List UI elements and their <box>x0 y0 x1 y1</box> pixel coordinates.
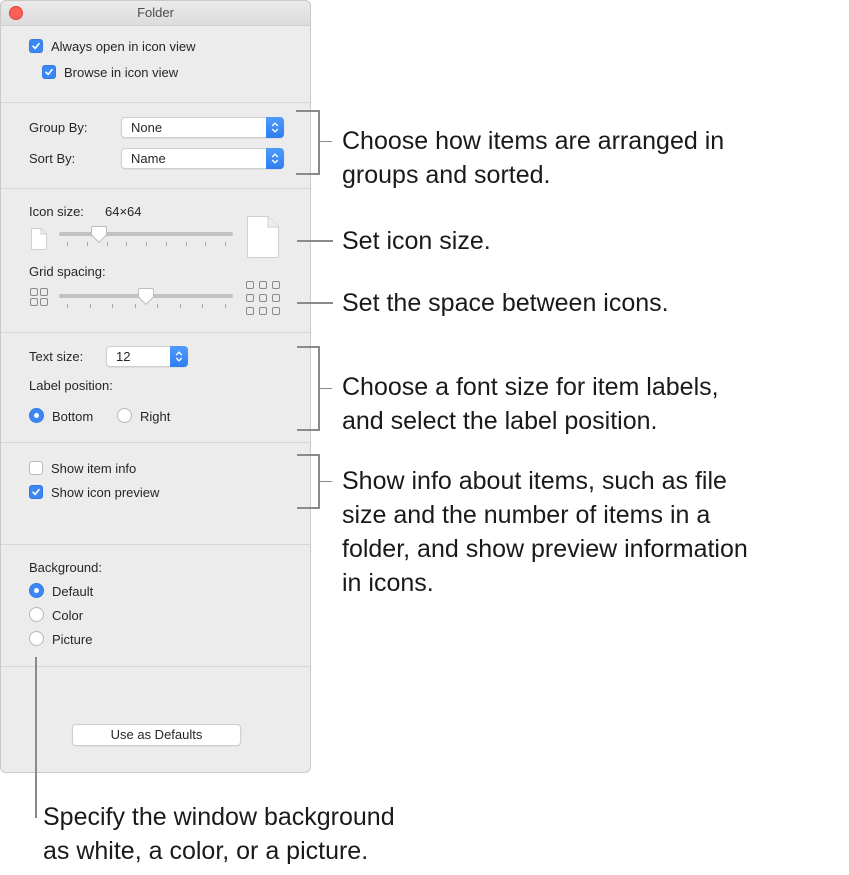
label-position-right-label[interactable]: Right <box>140 409 170 424</box>
callout-line-grid-spacing <box>297 302 333 304</box>
label-position-bottom-radio[interactable] <box>29 408 44 423</box>
show-icon-preview-label[interactable]: Show icon preview <box>51 485 159 500</box>
show-icon-preview-checkbox[interactable] <box>29 485 43 499</box>
background-picture-label[interactable]: Picture <box>52 632 92 647</box>
slider-tick <box>225 304 226 308</box>
browse-icon-view-checkbox[interactable] <box>42 65 56 79</box>
checkmark-icon <box>32 488 40 496</box>
callout-line-text: Choose how items are arranged in <box>342 127 725 155</box>
info-section: Show item info Show icon preview <box>1 442 310 545</box>
background-default-radio[interactable] <box>29 583 44 598</box>
background-picture-radio[interactable] <box>29 631 44 646</box>
background-label: Background: <box>29 560 102 575</box>
callout-grid-spacing: Set the space between icons. <box>342 286 669 320</box>
slider-tick <box>112 304 114 308</box>
text-size-popup[interactable]: 12 <box>106 346 188 367</box>
icon-size-slider[interactable] <box>59 226 233 252</box>
slider-tick <box>225 242 226 246</box>
callout-line-text: Specify the window background <box>43 803 395 831</box>
slider-tick <box>202 304 204 308</box>
icon-section: Icon size: 64×64 Grid spacing: <box>1 188 310 333</box>
document-small-icon <box>31 228 47 250</box>
icon-size-slider-track[interactable] <box>59 232 233 236</box>
slider-tick <box>67 304 68 308</box>
icon-size-slider-thumb[interactable] <box>90 226 107 243</box>
popup-stepper-icon <box>170 346 188 367</box>
callout-line-text: as white, a color, or a picture. <box>43 837 369 865</box>
checkmark-icon <box>32 42 40 50</box>
use-as-defaults-button[interactable]: Use as Defaults <box>72 724 241 746</box>
callout-line-text: Show info about items, such as file <box>342 467 727 495</box>
browse-icon-view-label[interactable]: Browse in icon view <box>64 65 178 80</box>
text-size-label: Text size: <box>29 349 84 364</box>
title-bar[interactable]: Folder <box>0 0 311 26</box>
slider-tick <box>106 242 108 246</box>
sort-by-label: Sort By: <box>29 151 76 166</box>
callout-text: Choose a font size for item labels, and … <box>342 370 719 438</box>
grid-3x3-icon <box>246 281 280 315</box>
grid-spacing-slider[interactable] <box>59 288 233 314</box>
slider-tick <box>146 242 147 246</box>
view-section: Always open in icon view Browse in icon … <box>1 24 310 103</box>
slider-tick <box>179 304 181 308</box>
icon-size-label: Icon size: <box>29 204 84 219</box>
slider-tick <box>67 242 68 246</box>
slider-tick <box>185 242 187 246</box>
background-section: Background: Default Color Picture <box>1 544 310 667</box>
callout-line-text: size and the number of items in a <box>342 501 711 529</box>
callout-background: Specify the window background as white, … <box>43 800 395 868</box>
sort-by-value: Name <box>131 151 166 166</box>
document-large-icon <box>247 216 279 258</box>
callout-arrange: Choose how items are arranged in groups … <box>342 124 724 192</box>
arrange-section: Group By: None Sort By: Name <box>1 102 310 189</box>
icon-size-value: 64×64 <box>105 204 142 219</box>
slider-tick <box>86 242 88 246</box>
popup-stepper-icon <box>266 117 284 138</box>
callout-icon-size: Set icon size. <box>342 224 491 258</box>
sort-by-popup[interactable]: Name <box>121 148 284 169</box>
text-size-value: 12 <box>116 349 131 364</box>
label-position-bottom-label[interactable]: Bottom <box>52 409 93 424</box>
slider-tick <box>165 242 167 246</box>
slider-tick <box>89 304 91 308</box>
callout-info: Show info about items, such as file size… <box>342 464 748 600</box>
always-open-icon-view-checkbox[interactable] <box>29 39 43 53</box>
callout-line-text: and select the label position. <box>342 407 658 435</box>
show-item-info-label[interactable]: Show item info <box>51 461 136 476</box>
callout-line-icon-size <box>297 240 333 242</box>
callout-line-text: groups and sorted. <box>342 161 551 189</box>
label-position-right-radio[interactable] <box>117 408 132 423</box>
group-by-popup[interactable]: None <box>121 117 284 138</box>
background-color-radio[interactable] <box>29 607 44 622</box>
grid-2x2-icon <box>30 288 48 306</box>
callout-line-text: folder, and show preview information <box>342 535 748 563</box>
background-default-label[interactable]: Default <box>52 584 93 599</box>
window-title: Folder <box>137 5 174 20</box>
grid-spacing-label: Grid spacing: <box>29 264 106 279</box>
callout-line-text: Set the space between icons. <box>342 289 669 317</box>
callout-line-text: Choose a font size for item labels, <box>342 373 719 401</box>
slider-tick <box>157 304 159 308</box>
popup-stepper-icon <box>266 148 284 169</box>
text-section: Text size: 12 Label position: Bottom Rig… <box>1 332 310 443</box>
callout-line-background <box>35 657 37 818</box>
checkmark-icon <box>45 68 53 76</box>
background-color-label[interactable]: Color <box>52 608 83 623</box>
always-open-icon-view-label[interactable]: Always open in icon view <box>51 39 196 54</box>
show-item-info-checkbox[interactable] <box>29 461 43 475</box>
callout-line-text: Set icon size. <box>342 227 491 255</box>
slider-tick <box>126 242 128 246</box>
grid-spacing-slider-thumb[interactable] <box>138 288 154 305</box>
callout-line-text: in icons. <box>342 569 434 597</box>
label-position-label: Label position: <box>29 378 113 393</box>
slider-tick <box>205 242 207 246</box>
folder-view-options-window: Folder Always open in icon view Browse i… <box>0 0 311 773</box>
slider-tick <box>134 304 136 308</box>
group-by-value: None <box>131 120 163 135</box>
group-by-label: Group By: <box>29 120 88 135</box>
